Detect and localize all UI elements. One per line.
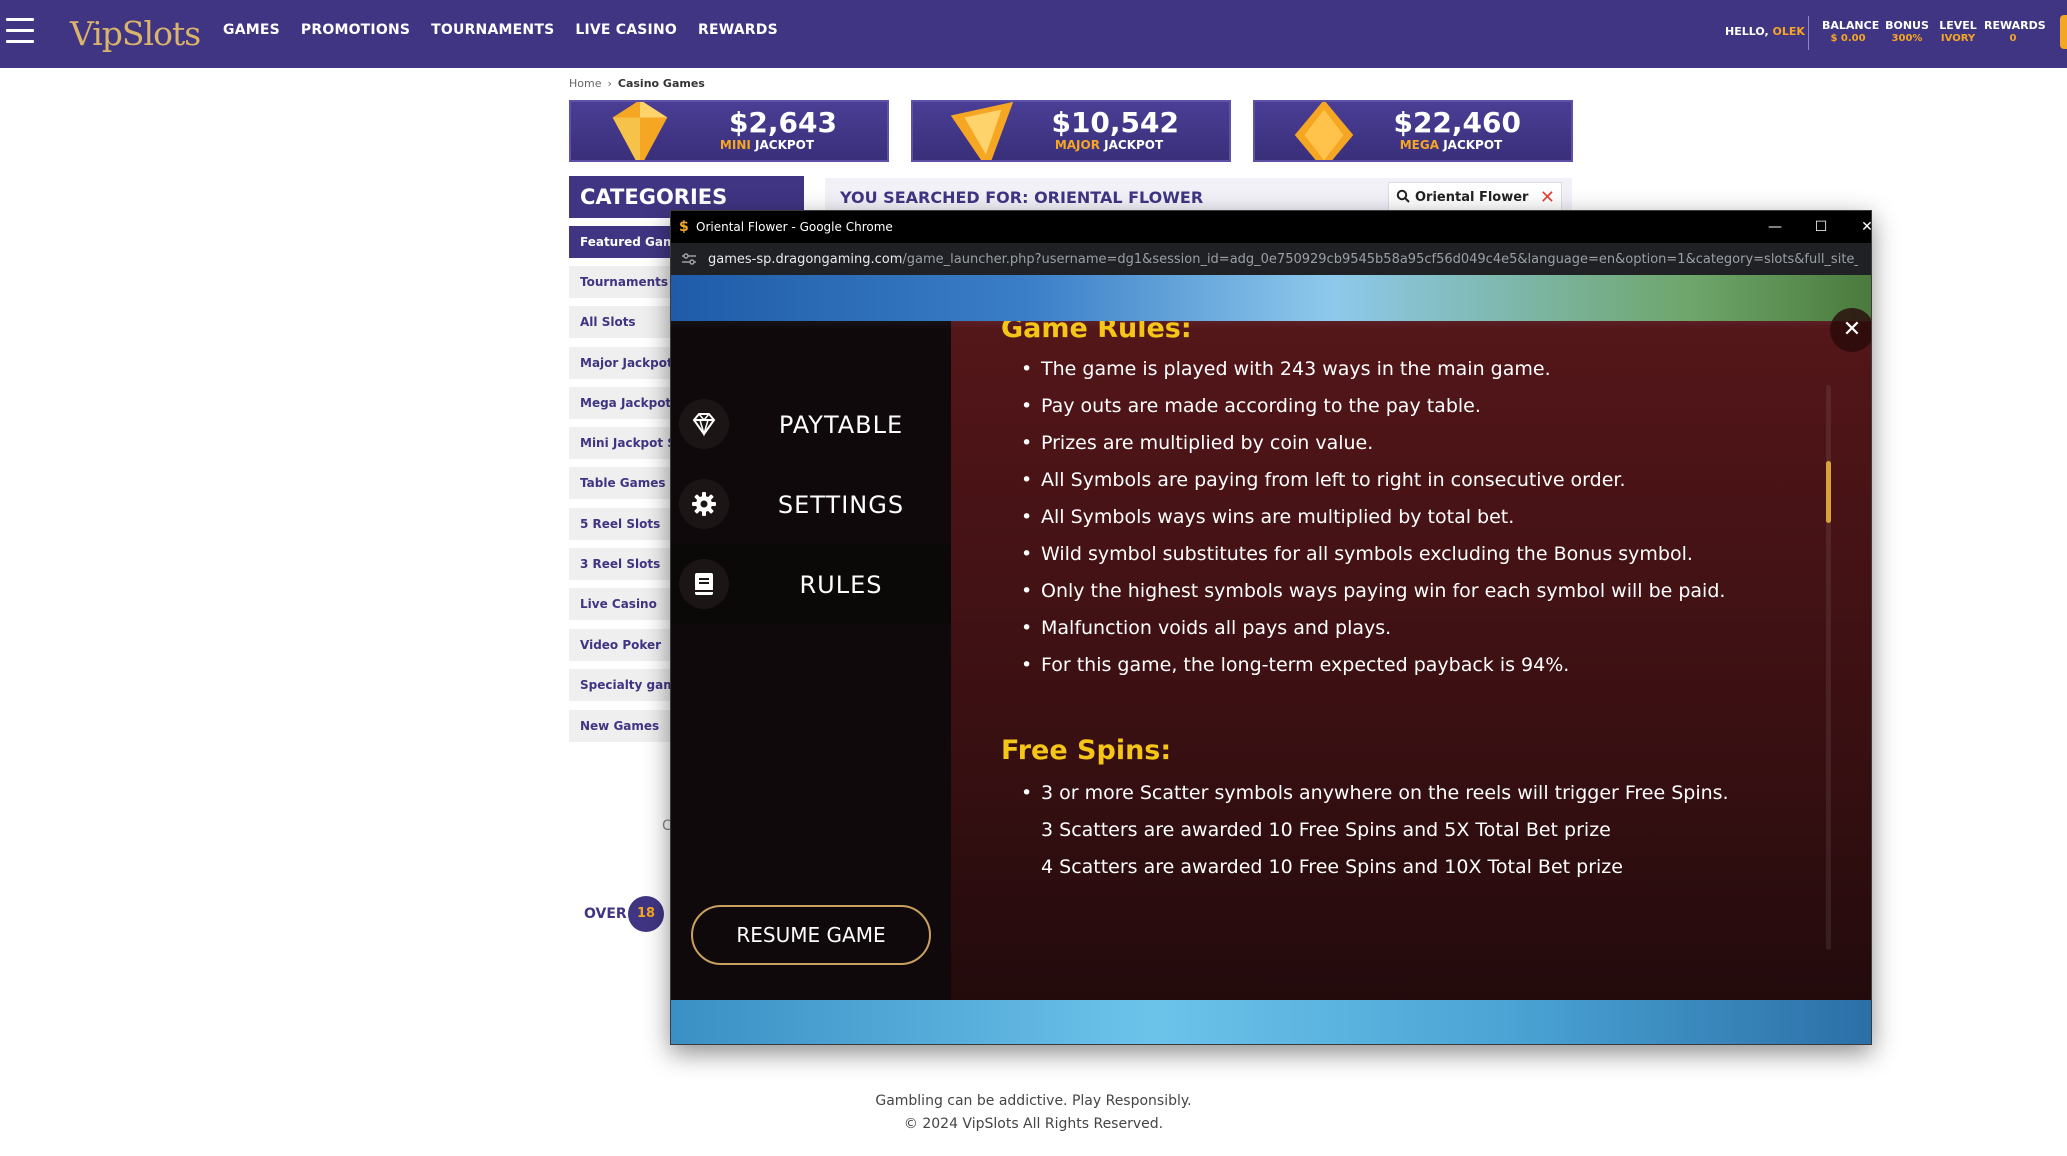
nav-promotions[interactable]: PROMOTIONS [301,22,410,38]
breadcrumb-current: Casino Games [617,77,705,90]
game-menu-panel: PAYTABLE SETTINGS RULES RESUME GAME [671,321,951,1000]
search-query: Oriental Flower [1415,190,1529,205]
rule-item: All Symbols ways wins are multiplied by … [1001,499,1821,536]
username: OLEK [1772,25,1805,38]
free-spin-item: 3 Scatters are awarded 10 Free Spins and… [1041,819,1611,841]
maximize-icon[interactable]: ☐ [1801,215,1841,239]
game-rules-heading: Game Rules: [1001,321,1192,344]
over-label: OVER [584,906,627,922]
free-spin-item: 4 Scatters are awarded 10 Free Spins and… [1041,856,1623,878]
top-navigation: VipSlots GAMES PROMOTIONS TOURNAMENTS LI… [0,0,2067,68]
nav-divider [1808,16,1809,50]
jackpot-label: MEGA JACKPOT [1399,138,1503,152]
nav-rewards[interactable]: REWARDS [698,22,778,38]
jackpot-amount: $10,542 [1051,106,1179,139]
breadcrumb-home[interactable]: Home [569,77,601,90]
rule-item: Prizes are multiplied by coin value. [1001,425,1821,462]
main-nav-links: GAMES PROMOTIONS TOURNAMENTS LIVE CASINO… [223,22,778,38]
site-settings-icon[interactable] [681,252,697,266]
bonus-stat[interactable]: BONUS 300% [1884,19,1930,45]
search-input[interactable]: Oriental Flower ✕ [1388,182,1562,212]
book-icon [679,559,729,609]
diamond-gem-icon [1294,102,1354,160]
clear-search-icon[interactable]: ✕ [1540,187,1555,208]
nav-live-casino[interactable]: LIVE CASINO [575,22,677,38]
close-window-icon[interactable]: ✕ [1847,215,1871,239]
jackpot-mini[interactable]: $2,643 MINI JACKPOT [569,100,889,162]
rule-item: For this game, the long-term expected pa… [1001,647,1821,684]
diamond-icon [679,399,729,449]
nav-tournaments[interactable]: TOURNAMENTS [431,22,554,38]
menu-settings[interactable]: SETTINGS [671,464,951,544]
menu-rules[interactable]: RULES [671,544,951,624]
url-text[interactable]: games-sp.dragongaming.com/game_launcher.… [708,252,1858,267]
diamond-gem-icon [612,102,668,160]
gear-icon [679,479,729,529]
free-spin-item: 3 or more Scatter symbols anywhere on th… [1001,775,1821,812]
rule-item: All Symbols are paying from left to righ… [1001,462,1821,499]
game-rules-list: The game is played with 243 ways in the … [1001,351,1821,684]
rules-scroll-area[interactable]: Game Rules: The game is played with 243 … [1001,321,1821,1000]
jackpot-label: MAJOR JACKPOT [1054,138,1164,152]
rule-item: Malfunction voids all pays and plays. [1001,610,1821,647]
jackpot-amount: $22,460 [1393,106,1521,139]
close-rules-icon[interactable]: ✕ [1830,308,1871,352]
rule-item: Wild symbol substitutes for all symbols … [1001,536,1821,573]
game-background-top [671,275,1871,321]
rule-item: Only the highest symbols ways paying win… [1001,573,1821,610]
jackpot-mega[interactable]: $22,460 MEGA JACKPOT [1253,100,1573,162]
window-titlebar[interactable]: $ Oriental Flower - Google Chrome — ☐ ✕ [671,211,1871,243]
rules-panel: Game Rules: The game is played with 243 … [951,321,1871,1000]
hamburger-menu-icon[interactable] [6,18,34,44]
search-icon [1396,189,1410,203]
age-badge: 18 [628,896,664,932]
chrome-popup-window: $ Oriental Flower - Google Chrome — ☐ ✕ … [670,210,1872,1045]
responsible-gambling-text: Gambling can be addictive. Play Responsi… [875,1093,1192,1109]
level-stat[interactable]: LEVEL IVORY [1938,19,1978,45]
resume-game-button[interactable]: RESUME GAME [691,905,931,965]
chevron-right-icon: › [607,77,612,90]
rule-item: The game is played with 243 ways in the … [1001,351,1821,388]
diamond-gem-icon [950,102,1014,160]
window-title: Oriental Flower - Google Chrome [696,220,893,234]
jackpot-major[interactable]: $10,542 MAJOR JACKPOT [911,100,1231,162]
jackpot-amount: $2,643 [728,106,837,139]
rewards-stat[interactable]: REWARDS 0 [1984,19,2046,45]
minimize-icon[interactable]: — [1755,215,1795,239]
rule-item: Pay outs are made according to the pay t… [1001,388,1821,425]
rules-scrollbar-thumb[interactable] [1826,461,1831,523]
menu-paytable[interactable]: PAYTABLE [671,384,951,464]
search-results-title: YOU SEARCHED FOR: ORIENTAL FLOWER [840,188,1204,207]
jackpot-label: MINI JACKPOT [719,138,815,152]
nav-games[interactable]: GAMES [223,22,280,38]
free-spins-list: 3 or more Scatter symbols anywhere on th… [1001,775,1821,886]
game-viewport: PAYTABLE SETTINGS RULES RESUME GAME Game… [671,275,1871,1044]
address-bar[interactable]: games-sp.dragongaming.com/game_launcher.… [671,243,1871,275]
breadcrumb: Home › Casino Games [569,77,705,90]
free-spins-heading: Free Spins: [1001,735,1172,766]
nav-edge-tab[interactable] [2060,15,2067,49]
user-greeting[interactable]: HELLO, OLEK [1725,25,1805,38]
copyright-text: © 2024 VipSlots All Rights Reserved. [903,1116,1164,1132]
site-logo[interactable]: VipSlots [70,14,201,53]
dollar-favicon-icon: $ [679,219,689,235]
balance-stat[interactable]: BALANCE $ 0.00 [1822,19,1879,45]
game-background-bottom [671,1000,1871,1044]
